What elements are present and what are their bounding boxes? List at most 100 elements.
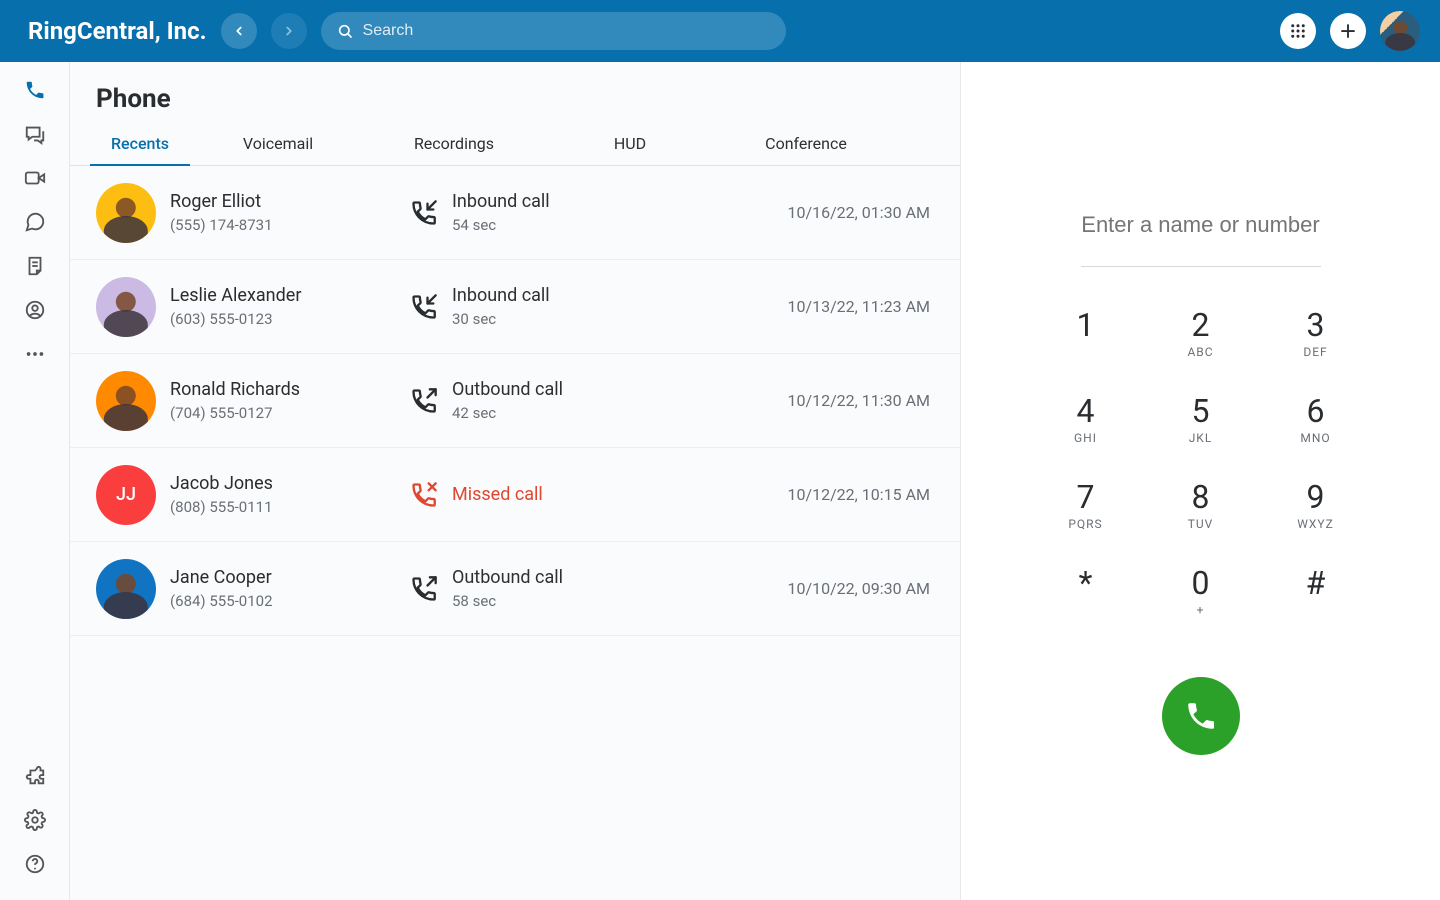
dial-key-num: 1 bbox=[1077, 309, 1095, 341]
nav-forward-button[interactable] bbox=[271, 13, 307, 49]
call-duration: 30 sec bbox=[452, 310, 550, 328]
dial-key-9[interactable]: 9WXYZ bbox=[1258, 463, 1373, 549]
dial-call-button[interactable] bbox=[1162, 677, 1240, 755]
call-timestamp: 10/13/22, 11:23 AM bbox=[710, 297, 930, 316]
user-avatar[interactable] bbox=[1380, 11, 1420, 51]
dial-key-sub bbox=[1314, 603, 1318, 617]
call-timestamp: 10/12/22, 10:15 AM bbox=[710, 485, 930, 504]
dial-input[interactable] bbox=[1081, 212, 1321, 267]
dial-key-1[interactable]: 1 bbox=[1028, 291, 1143, 377]
missed-call-icon bbox=[410, 481, 438, 509]
tab-voicemail[interactable]: Voicemail bbox=[190, 134, 366, 165]
call-row[interactable]: Ronald Richards(704) 555-0127Outbound ca… bbox=[70, 354, 960, 448]
tab-hud[interactable]: HUD bbox=[542, 134, 718, 165]
dial-key-0[interactable]: 0+ bbox=[1143, 549, 1258, 635]
dial-key-sub: TUV bbox=[1188, 517, 1214, 531]
dial-key-num: 5 bbox=[1192, 395, 1210, 427]
nav-back-button[interactable] bbox=[221, 13, 257, 49]
dial-key-sub: ABC bbox=[1187, 345, 1213, 359]
dial-key-4[interactable]: 4GHI bbox=[1028, 377, 1143, 463]
call-duration: 42 sec bbox=[452, 404, 563, 422]
call-row[interactable]: Jane Cooper(684) 555-0102Outbound call58… bbox=[70, 542, 960, 636]
call-type-label: Inbound call bbox=[452, 191, 550, 212]
dial-key-6[interactable]: 6MNO bbox=[1258, 377, 1373, 463]
rail-tasks[interactable] bbox=[23, 254, 47, 278]
call-status: Missed call bbox=[410, 481, 710, 509]
video-icon bbox=[24, 167, 46, 189]
call-status: Inbound call 54 sec bbox=[410, 191, 710, 234]
tab-recents[interactable]: Recents bbox=[90, 134, 190, 165]
gear-icon bbox=[24, 809, 46, 831]
tab-recordings[interactable]: Recordings bbox=[366, 134, 542, 165]
call-status: Outbound call 58 sec bbox=[410, 567, 710, 610]
call-timestamp: 10/12/22, 11:30 AM bbox=[710, 391, 930, 410]
speech-bubble-icon bbox=[24, 211, 46, 233]
dial-key-sub: JKL bbox=[1189, 431, 1213, 445]
rail-apps[interactable] bbox=[23, 764, 47, 788]
phone-icon bbox=[24, 79, 46, 101]
dialpad-button[interactable] bbox=[1280, 13, 1316, 49]
rail-video[interactable] bbox=[23, 166, 47, 190]
help-icon bbox=[24, 853, 46, 875]
call-identity: Jacob Jones(808) 555-0111 bbox=[170, 473, 410, 516]
rail-message[interactable] bbox=[23, 210, 47, 234]
call-type-label: Outbound call bbox=[452, 379, 563, 400]
dial-key-sub: + bbox=[1197, 603, 1205, 617]
rail-contacts[interactable] bbox=[23, 298, 47, 322]
search-box[interactable] bbox=[321, 12, 786, 50]
rail-more[interactable] bbox=[23, 342, 47, 366]
call-avatar bbox=[96, 183, 156, 243]
rail-help[interactable] bbox=[23, 852, 47, 876]
dial-key-num: 6 bbox=[1307, 395, 1325, 427]
call-row[interactable]: Leslie Alexander(603) 555-0123 Inbound ca… bbox=[70, 260, 960, 354]
call-phone: (704) 555-0127 bbox=[170, 404, 410, 422]
call-row[interactable]: Roger Elliot (555) 174-8731 Inbound call 54… bbox=[70, 166, 960, 260]
search-icon bbox=[337, 23, 353, 39]
puzzle-icon bbox=[24, 765, 46, 787]
dial-key-num: 2 bbox=[1192, 309, 1210, 341]
call-duration: 54 sec bbox=[452, 216, 550, 234]
dial-key-num: # bbox=[1306, 567, 1326, 599]
inbound-call-icon bbox=[410, 199, 438, 227]
dial-key-3[interactable]: 3DEF bbox=[1258, 291, 1373, 377]
call-list: Roger Elliot (555) 174-8731 Inbound call 54… bbox=[70, 166, 960, 900]
dial-key-8[interactable]: 8 TUV bbox=[1143, 463, 1258, 549]
call-identity: Roger Elliot (555) 174-8731 bbox=[170, 191, 410, 234]
tab-conference[interactable]: Conference bbox=[718, 134, 894, 165]
search-input[interactable] bbox=[363, 22, 770, 40]
rail-phone[interactable] bbox=[23, 78, 47, 102]
rail-settings[interactable] bbox=[23, 808, 47, 832]
main-panel: Phone RecentsVoicemailRecordingsHUDConfe… bbox=[70, 62, 960, 900]
dialer-panel: 1 2 ABC 3DEF 4GHI 5 JKL 6MNO 7PQRS 8 TUV 9WXYZ * 0+… bbox=[960, 62, 1440, 900]
tab-bar: RecentsVoicemailRecordingsHUDConference bbox=[70, 134, 960, 166]
call-type-label: Missed call bbox=[452, 484, 543, 505]
call-avatar bbox=[96, 277, 156, 337]
dial-key-sub bbox=[1084, 345, 1088, 359]
dial-key-sub: GHI bbox=[1074, 431, 1097, 445]
call-row[interactable]: JJJacob Jones(808) 555-0111Missed call10… bbox=[70, 448, 960, 542]
dial-key-sub: DEF bbox=[1303, 345, 1327, 359]
dial-key-2[interactable]: 2 ABC bbox=[1143, 291, 1258, 377]
outbound-call-icon bbox=[410, 575, 438, 603]
rail-chat[interactable] bbox=[23, 122, 47, 146]
dial-key-num: 7 bbox=[1077, 481, 1095, 513]
dial-key-num: 8 bbox=[1192, 481, 1210, 513]
dial-key-5[interactable]: 5 JKL bbox=[1143, 377, 1258, 463]
dial-key-sub bbox=[1084, 603, 1088, 617]
call-status: Outbound call 42 sec bbox=[410, 379, 710, 422]
call-duration: 58 sec bbox=[452, 592, 563, 610]
call-type-label: Outbound call bbox=[452, 567, 563, 588]
brand-title: RingCentral, Inc. bbox=[28, 17, 207, 45]
new-button[interactable] bbox=[1330, 13, 1366, 49]
call-type-label: Inbound call bbox=[452, 285, 550, 306]
inbound-call-icon bbox=[410, 293, 438, 321]
call-name: Roger Elliot bbox=[170, 191, 410, 212]
dial-key-sub: WXYZ bbox=[1297, 517, 1334, 531]
dial-key-num: * bbox=[1079, 567, 1093, 599]
dial-key-7[interactable]: 7PQRS bbox=[1028, 463, 1143, 549]
dial-key-#[interactable]: # bbox=[1258, 549, 1373, 635]
call-phone: (555) 174-8731 bbox=[170, 216, 410, 234]
call-identity: Leslie Alexander(603) 555-0123 bbox=[170, 285, 410, 328]
dial-key-*[interactable]: * bbox=[1028, 549, 1143, 635]
chevron-right-icon bbox=[282, 24, 296, 38]
